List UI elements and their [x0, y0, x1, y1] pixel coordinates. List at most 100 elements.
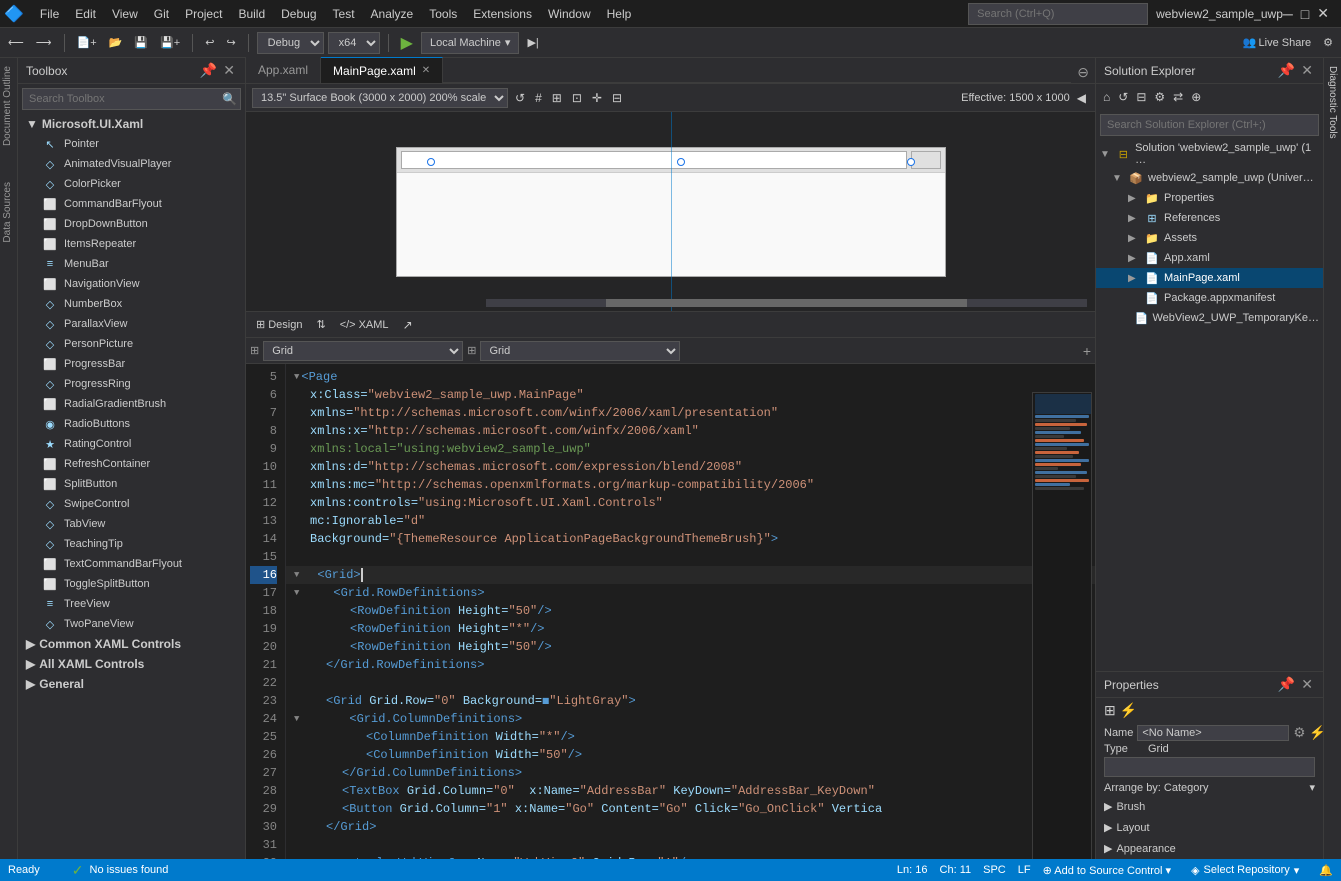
data-sources-tab[interactable]: Data Sources [0, 174, 17, 251]
toolbox-item-teachingtip[interactable]: ◇ TeachingTip [18, 534, 245, 554]
toolbox-item-swipecontrol[interactable]: ◇ SwipeControl [18, 494, 245, 514]
sol-home-btn[interactable]: ⌂ [1100, 89, 1113, 105]
design-view-btn[interactable]: ⊞ Design [252, 317, 306, 332]
select-repository-btn[interactable]: ◈ Select Repository ▾ [1191, 864, 1299, 877]
solution-node[interactable]: ▼ ⊟ Solution 'webview2_sample_uwp' (1 … [1096, 140, 1323, 168]
toolbox-item-pointer[interactable]: ↖ Pointer [18, 134, 245, 154]
toolbox-item-parallaxview[interactable]: ◇ ParallaxView [18, 314, 245, 334]
tree-item-tempkey[interactable]: 📄 WebView2_UWP_TemporaryKe… [1096, 308, 1323, 328]
xaml-open-btn[interactable]: ↗ [403, 318, 413, 332]
prop-bolt-btn[interactable]: ⚡ [1120, 702, 1137, 719]
tree-item-properties[interactable]: ▶ 📁 Properties [1096, 188, 1323, 208]
prop-close-btn[interactable]: ✕ [1299, 676, 1315, 693]
config-dropdown[interactable]: Debug [257, 32, 324, 54]
toolbox-category-common[interactable]: ▶ Common XAML Controls [18, 634, 245, 654]
toolbox-item-menubar[interactable]: ≡ MenuBar [18, 254, 245, 274]
search-input[interactable] [968, 3, 1148, 25]
run-btn[interactable]: ▶ [397, 33, 417, 53]
sol-close-btn[interactable]: ✕ [1299, 62, 1315, 79]
pan-btn[interactable]: ✛ [589, 90, 605, 106]
toolbox-category-microsoft[interactable]: ▼ Microsoft.UI.Xaml [18, 114, 245, 134]
tab-close-icon[interactable]: ✕ [422, 65, 430, 76]
menu-view[interactable]: View [104, 5, 146, 23]
toolbox-item-twopaneview[interactable]: ◇ TwoPaneView [18, 614, 245, 634]
expand-5[interactable]: ▼ [294, 368, 299, 386]
menu-help[interactable]: Help [599, 5, 640, 23]
undo-btn[interactable]: ↩ [201, 34, 218, 51]
tree-item-mainpagexaml[interactable]: ▶ 📄 MainPage.xaml [1096, 268, 1323, 288]
toolbox-item-animatedvisualplayer[interactable]: ◇ AnimatedVisualPlayer [18, 154, 245, 174]
save-all-btn[interactable]: 💾+ [156, 34, 184, 51]
tree-item-references[interactable]: ▶ ⊞ References [1096, 208, 1323, 228]
expand-17[interactable]: ▼ [294, 584, 299, 602]
section-brush-header[interactable]: ▶ Brush [1104, 798, 1315, 815]
section-layout-header[interactable]: ▶ Layout [1104, 819, 1315, 836]
tree-item-assets[interactable]: ▶ 📁 Assets [1096, 228, 1323, 248]
notification-icon[interactable]: 🔔 [1319, 864, 1333, 877]
code-editor[interactable]: 5 6 7 8 9 10 11 12 13 14 15 16 17 18 19 … [246, 364, 1095, 859]
toolbox-item-commandbarflyout[interactable]: ⬜ CommandBarFlyout [18, 194, 245, 214]
toolbox-search-input[interactable] [22, 88, 241, 110]
menu-tools[interactable]: Tools [421, 5, 465, 23]
menu-analyze[interactable]: Analyze [363, 5, 422, 23]
prop-pin-btn[interactable]: 📌 [1276, 676, 1297, 693]
name-settings-btn[interactable]: ⚙ [1293, 725, 1305, 741]
grid-selector-1[interactable]: Grid [263, 341, 463, 361]
solution-search-input[interactable] [1100, 114, 1319, 136]
tree-item-manifest[interactable]: 📄 Package.appxmanifest [1096, 288, 1323, 308]
grid-btn[interactable]: # [532, 90, 545, 106]
maximize-btn[interactable]: □ [1301, 6, 1309, 22]
platform-dropdown[interactable]: x64 [328, 32, 380, 54]
forward-btn[interactable]: ⟶ [32, 34, 56, 51]
toolbox-item-radialbrush[interactable]: ⬜ RadialGradientBrush [18, 394, 245, 414]
code-content[interactable]: ▼ <Page x:Class="webview2_sample_uwp.Mai… [286, 364, 1095, 859]
toolbox-item-progressbar[interactable]: ⬜ ProgressBar [18, 354, 245, 374]
sol-pin-btn[interactable]: 📌 [1276, 62, 1297, 79]
section-appearance-header[interactable]: ▶ Appearance [1104, 840, 1315, 857]
toolbox-item-numberbox[interactable]: ◇ NumberBox [18, 294, 245, 314]
toolbox-item-tabview[interactable]: ◇ TabView [18, 514, 245, 534]
tree-item-appxaml[interactable]: ▶ 📄 App.xaml [1096, 248, 1323, 268]
tab-mainpagexaml[interactable]: MainPage.xaml ✕ [321, 57, 443, 83]
toolbox-item-colorpicker[interactable]: ◇ ColorPicker [18, 174, 245, 194]
menu-test[interactable]: Test [325, 5, 363, 23]
diagnostic-tools-tab[interactable]: Diagnostic Tools [1323, 58, 1341, 859]
toolbox-item-splitbutton[interactable]: ⬜ SplitButton [18, 474, 245, 494]
sol-sync-btn[interactable]: ⇄ [1170, 89, 1186, 105]
name-input[interactable] [1137, 725, 1289, 741]
zoom-out-btn[interactable]: ⊟ [609, 90, 625, 106]
sol-refresh-btn[interactable]: ↺ [1115, 89, 1131, 105]
live-share-btn[interactable]: 👥 Live Share [1239, 34, 1315, 51]
local-machine-dropdown[interactable]: Local Machine ▾ [421, 32, 519, 54]
new-project-btn[interactable]: 📄+ [73, 34, 101, 51]
redo-btn[interactable]: ↪ [222, 34, 239, 51]
expand-16[interactable]: ▼ [294, 566, 299, 584]
toolbox-item-togglesplit[interactable]: ⬜ ToggleSplitButton [18, 574, 245, 594]
menu-file[interactable]: File [32, 5, 67, 23]
attach-btn[interactable]: ▶| [523, 34, 542, 51]
toolbox-item-treeview[interactable]: ≡ TreeView [18, 594, 245, 614]
device-selector[interactable]: 13.5" Surface Book (3000 x 2000) 200% sc… [252, 88, 508, 108]
toolbox-item-dropdownbutton[interactable]: ⬜ DropDownButton [18, 214, 245, 234]
prop-search-input[interactable] [1104, 757, 1315, 777]
snap-btn[interactable]: ⊞ [549, 90, 565, 106]
toolbox-item-progressring[interactable]: ◇ ProgressRing [18, 374, 245, 394]
toolbox-item-refreshcontainer[interactable]: ⬜ RefreshContainer [18, 454, 245, 474]
menu-project[interactable]: Project [177, 5, 230, 23]
menu-window[interactable]: Window [540, 5, 599, 23]
sol-settings-btn[interactable]: ⚙ [1151, 89, 1168, 105]
toolbox-close-btn[interactable]: ✕ [221, 62, 237, 79]
toolbox-category-general[interactable]: ▶ General [18, 674, 245, 694]
toolbox-pin-btn[interactable]: 📌 [198, 62, 219, 79]
collapse-panel-btn[interactable]: ⊖ [1071, 62, 1095, 83]
toolbox-item-textcommandbar[interactable]: ⬜ TextCommandBarFlyout [18, 554, 245, 574]
toolbox-item-itemsrepeater[interactable]: ⬜ ItemsRepeater [18, 234, 245, 254]
toolbox-item-navigationview[interactable]: ⬜ NavigationView [18, 274, 245, 294]
xaml-view-btn[interactable]: </> XAML [336, 318, 393, 332]
close-btn[interactable]: ✕ [1317, 5, 1329, 22]
add-to-source-control[interactable]: ⊕ Add to Source Control ▾ [1043, 864, 1172, 877]
settings-btn[interactable]: ⚙ [1319, 34, 1337, 51]
swap-view-btn[interactable]: ⇅ [312, 317, 329, 332]
project-node[interactable]: ▼ 📦 webview2_sample_uwp (Univer… [1096, 168, 1323, 188]
toolbox-item-personpicture[interactable]: ◇ PersonPicture [18, 334, 245, 354]
